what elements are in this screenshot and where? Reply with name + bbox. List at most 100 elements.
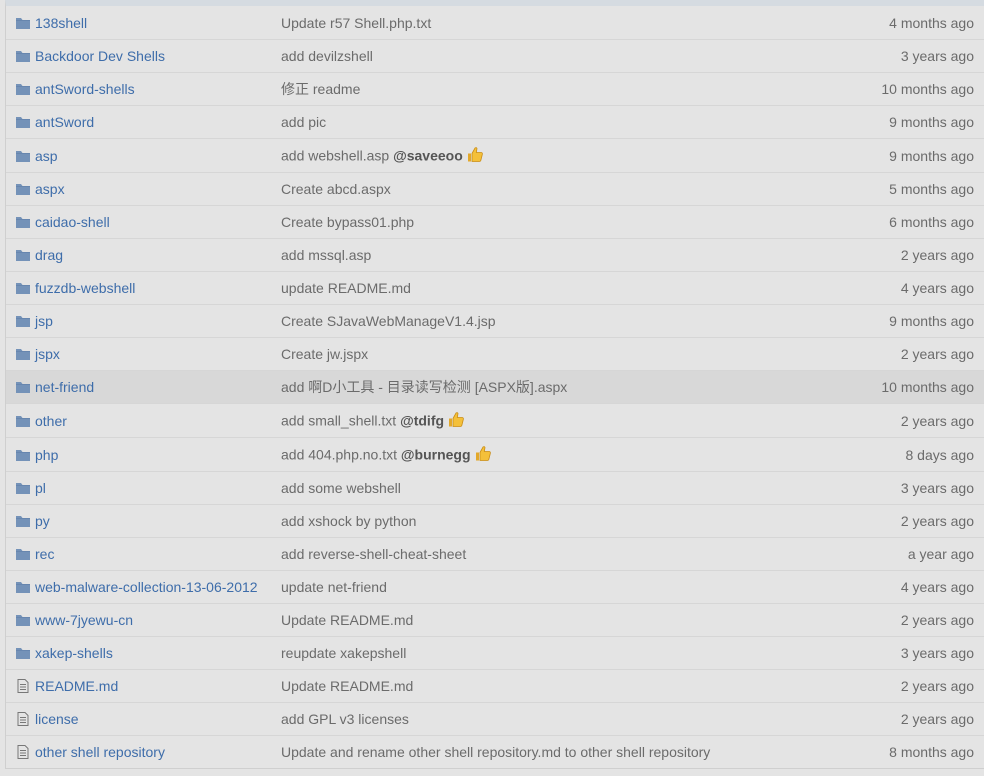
folder-link[interactable]: jspx	[35, 346, 60, 362]
folder-link[interactable]: www-7jyewu-cn	[35, 612, 133, 628]
thumbs-up-icon	[447, 410, 465, 431]
commit-message[interactable]: Create jw.jspx	[281, 346, 368, 362]
file-row[interactable]: jspx Create jw.jspx 2 years ago	[6, 337, 984, 370]
folder-link[interactable]: antSword-shells	[35, 81, 135, 97]
commit-message[interactable]: update README.md	[281, 280, 411, 296]
commit-message[interactable]: Update README.md	[281, 678, 413, 694]
file-row[interactable]: other add small_shell.txt @tdifg 2 years a…	[6, 403, 984, 437]
commit-message[interactable]: add pic	[281, 114, 326, 130]
commit-age: 2 years ago	[900, 612, 974, 628]
commit-message-text: add 404.php.no.txt	[281, 446, 401, 462]
commit-message[interactable]: Update r57 Shell.php.txt	[281, 15, 431, 31]
file-row[interactable]: drag add mssql.asp 2 years ago	[6, 238, 984, 271]
file-row[interactable]: other shell repository Update and rename …	[6, 735, 984, 768]
file-row[interactable]: README.md Update README.md 2 years ago	[6, 669, 984, 702]
folder-link[interactable]: pl	[35, 480, 46, 496]
commit-message[interactable]: Create SJavaWebManageV1.4.jsp	[281, 313, 496, 329]
folder-link[interactable]: asp	[35, 148, 58, 164]
file-row[interactable]: asp add webshell.asp @saveeoo 9 months ago	[6, 138, 984, 172]
commit-message[interactable]: Create bypass01.php	[281, 214, 414, 230]
commit-message[interactable]: add some webshell	[281, 480, 401, 496]
file-row[interactable]: antSword-shells 修正 readme 10 months ago	[6, 72, 984, 105]
file-icon	[15, 679, 31, 693]
folder-link[interactable]: caidao-shell	[35, 214, 110, 230]
thumbs-up-icon	[466, 145, 484, 166]
commit-message-text: Update r57 Shell.php.txt	[281, 14, 432, 31]
commit-age: 5 months ago	[889, 181, 974, 197]
commit-message[interactable]: add small_shell.txt @tdifg	[281, 410, 465, 431]
file-row[interactable]: antSword add pic 9 months ago	[6, 105, 984, 138]
commit-message[interactable]: add webshell.asp @saveeoo	[281, 145, 484, 166]
file-row[interactable]: 138shell Update r57 Shell.php.txt 4 months…	[6, 6, 984, 39]
file-row[interactable]: rec add reverse-shell-cheat-sheet a year a…	[6, 537, 984, 570]
file-row[interactable]: jsp Create SJavaWebManageV1.4.jsp 9 months…	[6, 304, 984, 337]
commit-message[interactable]: Update and rename other shell repository…	[281, 744, 710, 760]
folder-icon	[15, 314, 31, 328]
file-row[interactable]: pl add some webshell 3 years ago	[6, 471, 984, 504]
file-icon	[15, 712, 31, 726]
file-row[interactable]: www-7jyewu-cn Update README.md 2 years ago	[6, 603, 984, 636]
commit-message[interactable]: add reverse-shell-cheat-sheet	[281, 546, 466, 562]
folder-link[interactable]: fuzzdb-webshell	[35, 280, 135, 296]
file-link[interactable]: license	[35, 711, 79, 727]
user-mention[interactable]: @tdifg	[400, 412, 444, 428]
commit-message-text: add pic	[281, 114, 327, 130]
file-row[interactable]: Backdoor Dev Shells add devilzshell 3 year…	[6, 39, 984, 72]
folder-link[interactable]: drag	[35, 247, 63, 263]
file-row[interactable]: web-malware-collection-13-06-2012 update …	[6, 570, 984, 603]
commit-message[interactable]: add 404.php.no.txt @burnegg	[281, 444, 492, 465]
folder-link[interactable]: xakep-shells	[35, 645, 113, 661]
folder-link[interactable]: antSword	[35, 114, 94, 130]
commit-age: 2 years ago	[900, 247, 974, 263]
commit-age: 8 days ago	[905, 446, 975, 463]
commit-message-text: Create abcd.aspx	[281, 181, 391, 197]
commit-message-text: add webshell.asp	[281, 147, 394, 163]
folder-link[interactable]: net-friend	[35, 379, 94, 395]
commit-message[interactable]: add xshock by python	[281, 513, 416, 529]
commit-age: 2 years ago	[900, 412, 974, 429]
file-row[interactable]: license add GPL v3 licenses 2 years ago	[6, 702, 984, 735]
folder-link[interactable]: web-malware-collection-13-06-2012	[35, 579, 258, 595]
commit-message[interactable]: 修正 readme	[281, 79, 360, 99]
commit-message[interactable]: Create abcd.aspx	[281, 181, 391, 197]
commit-message[interactable]: add GPL v3 licenses	[281, 711, 409, 727]
commit-message[interactable]: reupdate xakepshell	[281, 645, 406, 661]
file-row[interactable]: xakep-shells reupdate xakepshell 3 years a…	[6, 636, 984, 669]
commit-message[interactable]: add mssql.asp	[281, 247, 371, 263]
file-row[interactable]: net-friend add 啊D小工具 - 目录读写检测 [ASPX版].asp…	[6, 370, 984, 403]
folder-link[interactable]: py	[35, 513, 50, 529]
commit-message-text: update README.md	[281, 280, 411, 296]
commit-message[interactable]: Update README.md	[281, 612, 413, 628]
folder-icon	[15, 646, 31, 660]
folder-icon	[15, 414, 31, 428]
commit-message-text: add small_shell.txt	[281, 412, 401, 428]
commit-message[interactable]: update net-friend	[281, 579, 387, 595]
commit-age: a year ago	[907, 546, 974, 562]
commit-age: 4 months ago	[889, 14, 974, 31]
file-link[interactable]: README.md	[35, 678, 118, 694]
folder-link[interactable]: php	[35, 447, 58, 463]
folder-link[interactable]: jsp	[35, 313, 53, 329]
file-link[interactable]: other shell repository	[35, 744, 165, 760]
file-row[interactable]: caidao-shell Create bypass01.php 6 months …	[6, 205, 984, 238]
commit-message-text: Create jw.jspx	[281, 346, 369, 362]
commit-age: 3 years ago	[900, 645, 974, 661]
folder-link[interactable]: rec	[35, 546, 54, 562]
folder-link[interactable]: Backdoor Dev Shells	[35, 48, 165, 64]
file-row[interactable]: aspx Create abcd.aspx 5 months ago	[6, 172, 984, 205]
thumbs-up-icon	[474, 444, 492, 465]
file-row[interactable]: php add 404.php.no.txt @burnegg 8 days ago	[6, 437, 984, 471]
folder-link[interactable]: other	[35, 413, 67, 429]
folder-link[interactable]: 138shell	[35, 15, 87, 31]
file-row[interactable]: py add xshock by python 2 years ago	[6, 504, 984, 537]
commit-message[interactable]: add devilzshell	[281, 48, 373, 64]
folder-icon	[15, 281, 31, 295]
commit-message-text: add reverse-shell-cheat-sheet	[281, 546, 467, 562]
folder-link[interactable]: aspx	[35, 181, 65, 197]
user-mention[interactable]: @saveeoo	[393, 147, 463, 163]
commit-message-text: reupdate xakepshell	[281, 645, 407, 661]
file-row[interactable]: fuzzdb-webshell update README.md 4 years a…	[6, 271, 984, 304]
commit-message[interactable]: add 啊D小工具 - 目录读写检测 [ASPX版].aspx	[281, 377, 567, 397]
commit-message-text: add mssql.asp	[281, 247, 372, 263]
user-mention[interactable]: @burnegg	[401, 446, 471, 462]
